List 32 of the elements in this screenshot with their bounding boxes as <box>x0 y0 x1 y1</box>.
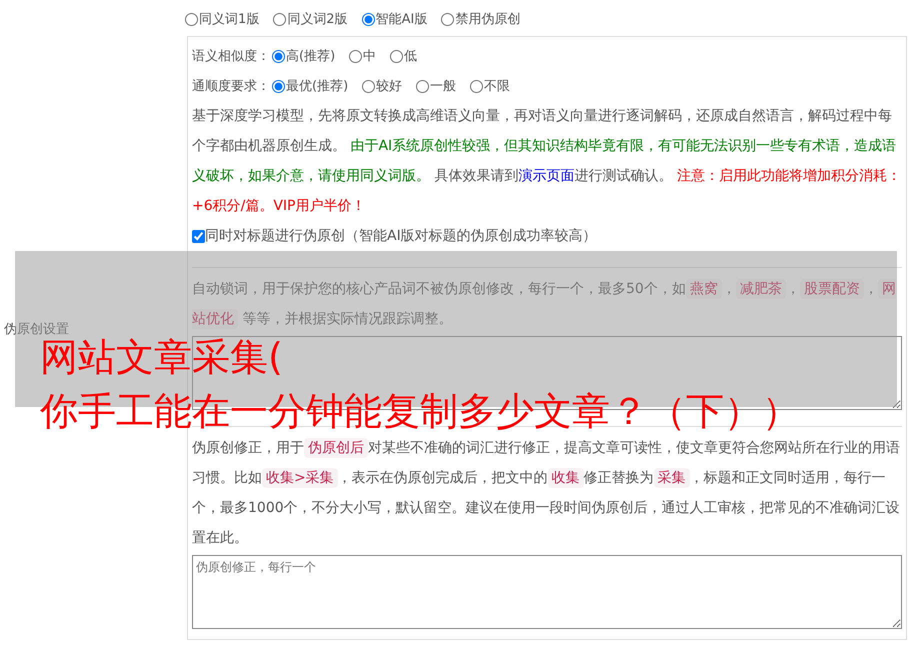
lock-words-description: 自动锁词，用于保护您的核心产品词不被伪原创修改，每行一个，最多50个，如 燕窝 ， 减肥茶 ， 股票配资 ， 网站优化 等等，并根据实际情况跟踪调整。 <box>192 278 897 331</box>
mode-radio-option[interactable]: 同义词1版 <box>185 10 260 28</box>
mode-radio-option[interactable]: 禁用伪原创 <box>441 10 520 28</box>
checkbox[interactable] <box>192 230 205 242</box>
corrections-description: 伪原创修正，用于 伪原创后 对某些不准确的词汇进行修正，提高文章可读性，使文章更符合您网站所在行业的用语习惯。比如 收集>采集 ，表示在伪原创完成后，把文中的 收集 修正替换为 采集 ，标题和正文同时适用，每行一个，最多1000个，不分大小写，默认留空。建议在使用一段时间伪原创后，通过人工审核，把常见的不准确词汇设置在此。 <box>192 437 901 548</box>
demo-page-link[interactable]: 演示页面 <box>518 168 574 184</box>
setting-radio-option[interactable]: 最优(推荐) <box>272 77 348 95</box>
setting-label: 通顺度要求： <box>192 78 270 95</box>
radio-button[interactable] <box>416 80 430 92</box>
ai-description: 基于深度学习模型，先将原文转换成高维语义向量，再对语义向量进行逐词解码，还原成自然语言，解码过程中每个字都由机器原创生成。 由于AI系统原创性较强，但其知识结构毕竟有限，有可能无法识别一些专有术语，造成语义破坏，如果介意，请使用同义词版。 具体效果请到演示页面进行测试确认。 注意：启用此功能将增加积分消耗：+6积分/篇。VIP用户半价！ <box>192 107 902 216</box>
setting-radio-option[interactable]: 中 <box>349 47 376 65</box>
radio-button[interactable] <box>272 80 285 92</box>
setting-radio-option[interactable]: 较好 <box>362 77 402 95</box>
radio-button[interactable] <box>362 12 375 26</box>
radio-button[interactable] <box>470 80 484 92</box>
setting-radio-option[interactable]: 低 <box>390 47 418 65</box>
radio-button[interactable] <box>441 12 454 26</box>
radio-button[interactable] <box>273 12 286 26</box>
corrections-field[interactable]: 伪原创修正，每行一个 <box>192 555 902 629</box>
setting-radio-option[interactable]: 不限 <box>470 77 510 95</box>
setting-radio-option[interactable]: 高(推荐) <box>272 47 336 65</box>
title-checkbox[interactable]: 同时对标题进行伪原创（智能AI版对标题的伪原创成功率较高） <box>192 221 902 251</box>
radio-button[interactable] <box>185 12 198 26</box>
mode-radio-option[interactable]: 同义词2版 <box>273 10 348 28</box>
setting-label: 语义相似度： <box>192 48 270 65</box>
radio-button[interactable] <box>362 80 376 92</box>
overlay-title-line: 你手工能在一分钟能复制多少文章？（下）） <box>40 388 800 434</box>
setting-radio-option[interactable]: 一般 <box>416 77 456 95</box>
radio-button[interactable] <box>272 50 285 62</box>
radio-button[interactable] <box>349 50 362 62</box>
mode-radio-option[interactable]: 智能AI版 <box>362 10 428 28</box>
radio-button[interactable] <box>390 50 404 62</box>
